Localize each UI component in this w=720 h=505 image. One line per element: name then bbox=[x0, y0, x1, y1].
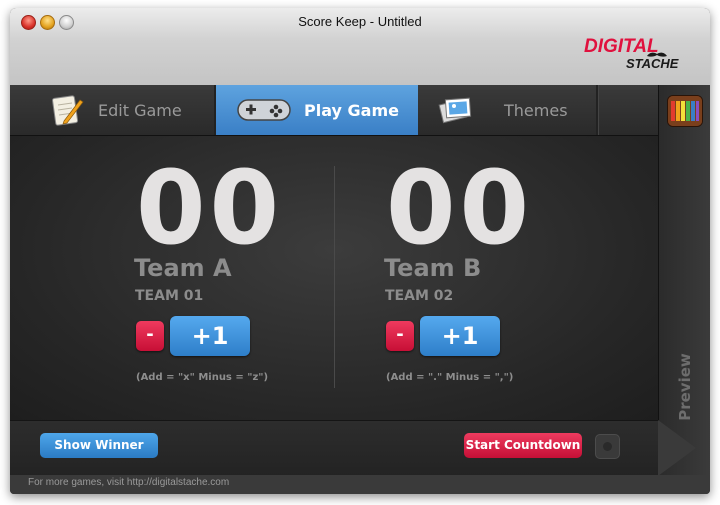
brand-logo-line2: STACHE bbox=[626, 56, 679, 71]
scoreboard-panel: 00 Team A TEAM 01 - +1 (Add = "x" Minus … bbox=[10, 136, 658, 420]
team-b-shortcut-hint: (Add = "." Minus = ",") bbox=[386, 372, 514, 383]
countdown-settings-button[interactable] bbox=[595, 434, 620, 459]
tab-play-game[interactable]: Play Game bbox=[216, 85, 418, 135]
show-winner-button[interactable]: Show Winner bbox=[40, 433, 158, 458]
team-b-score: 00 bbox=[386, 149, 533, 268]
footer-link-text[interactable]: For more games, visit http://digitalstac… bbox=[28, 477, 229, 488]
app-window: Score Keep - Untitled DIGITAL STACHE Edi… bbox=[10, 8, 710, 494]
preview-label: Preview bbox=[676, 353, 694, 421]
tab-separator bbox=[596, 85, 599, 135]
gamepad-icon bbox=[237, 99, 291, 121]
preview-toggle[interactable]: Preview bbox=[665, 350, 705, 430]
brand-logo: DIGITAL STACHE bbox=[584, 36, 694, 74]
preview-arrow-icon[interactable] bbox=[658, 420, 696, 476]
window-title: Score Keep - Untitled bbox=[298, 14, 422, 29]
color-palette-icon[interactable] bbox=[667, 95, 703, 127]
team-a-id: TEAM 01 bbox=[135, 288, 204, 304]
team-b-minus-button[interactable]: - bbox=[386, 321, 414, 351]
notepad-pencil-icon bbox=[52, 95, 84, 126]
start-countdown-button[interactable]: Start Countdown bbox=[464, 433, 582, 458]
tab-edit-game[interactable]: Edit Game bbox=[10, 85, 214, 135]
tab-bar: Edit Game Play Game Themes bbox=[10, 85, 658, 136]
team-a-name: Team A bbox=[134, 254, 232, 282]
tab-play-game-label: Play Game bbox=[304, 100, 399, 120]
bottom-bar: Show Winner Start Countdown bbox=[10, 420, 658, 476]
tab-edit-game-label: Edit Game bbox=[98, 100, 182, 120]
title-bar: Score Keep - Untitled DIGITAL STACHE bbox=[10, 8, 710, 86]
team-a-plus-button[interactable]: +1 bbox=[170, 316, 250, 356]
right-sidebar: Preview bbox=[658, 85, 710, 475]
team-panel-b: 00 Team B TEAM 02 - +1 (Add = "." Minus … bbox=[384, 136, 636, 420]
tab-themes-label: Themes bbox=[504, 100, 568, 120]
team-b-plus-button[interactable]: +1 bbox=[420, 316, 500, 356]
footer: For more games, visit http://digitalstac… bbox=[10, 475, 710, 494]
team-panel-a: 00 Team A TEAM 01 - +1 (Add = "x" Minus … bbox=[134, 136, 386, 420]
tab-themes[interactable]: Themes bbox=[418, 85, 596, 135]
photo-stack-icon bbox=[438, 97, 472, 124]
team-a-shortcut-hint: (Add = "x" Minus = "z") bbox=[136, 372, 269, 383]
team-b-id: TEAM 02 bbox=[385, 288, 454, 304]
team-b-name: Team B bbox=[384, 254, 482, 282]
team-a-minus-button[interactable]: - bbox=[136, 321, 164, 351]
team-a-score: 00 bbox=[136, 149, 283, 268]
